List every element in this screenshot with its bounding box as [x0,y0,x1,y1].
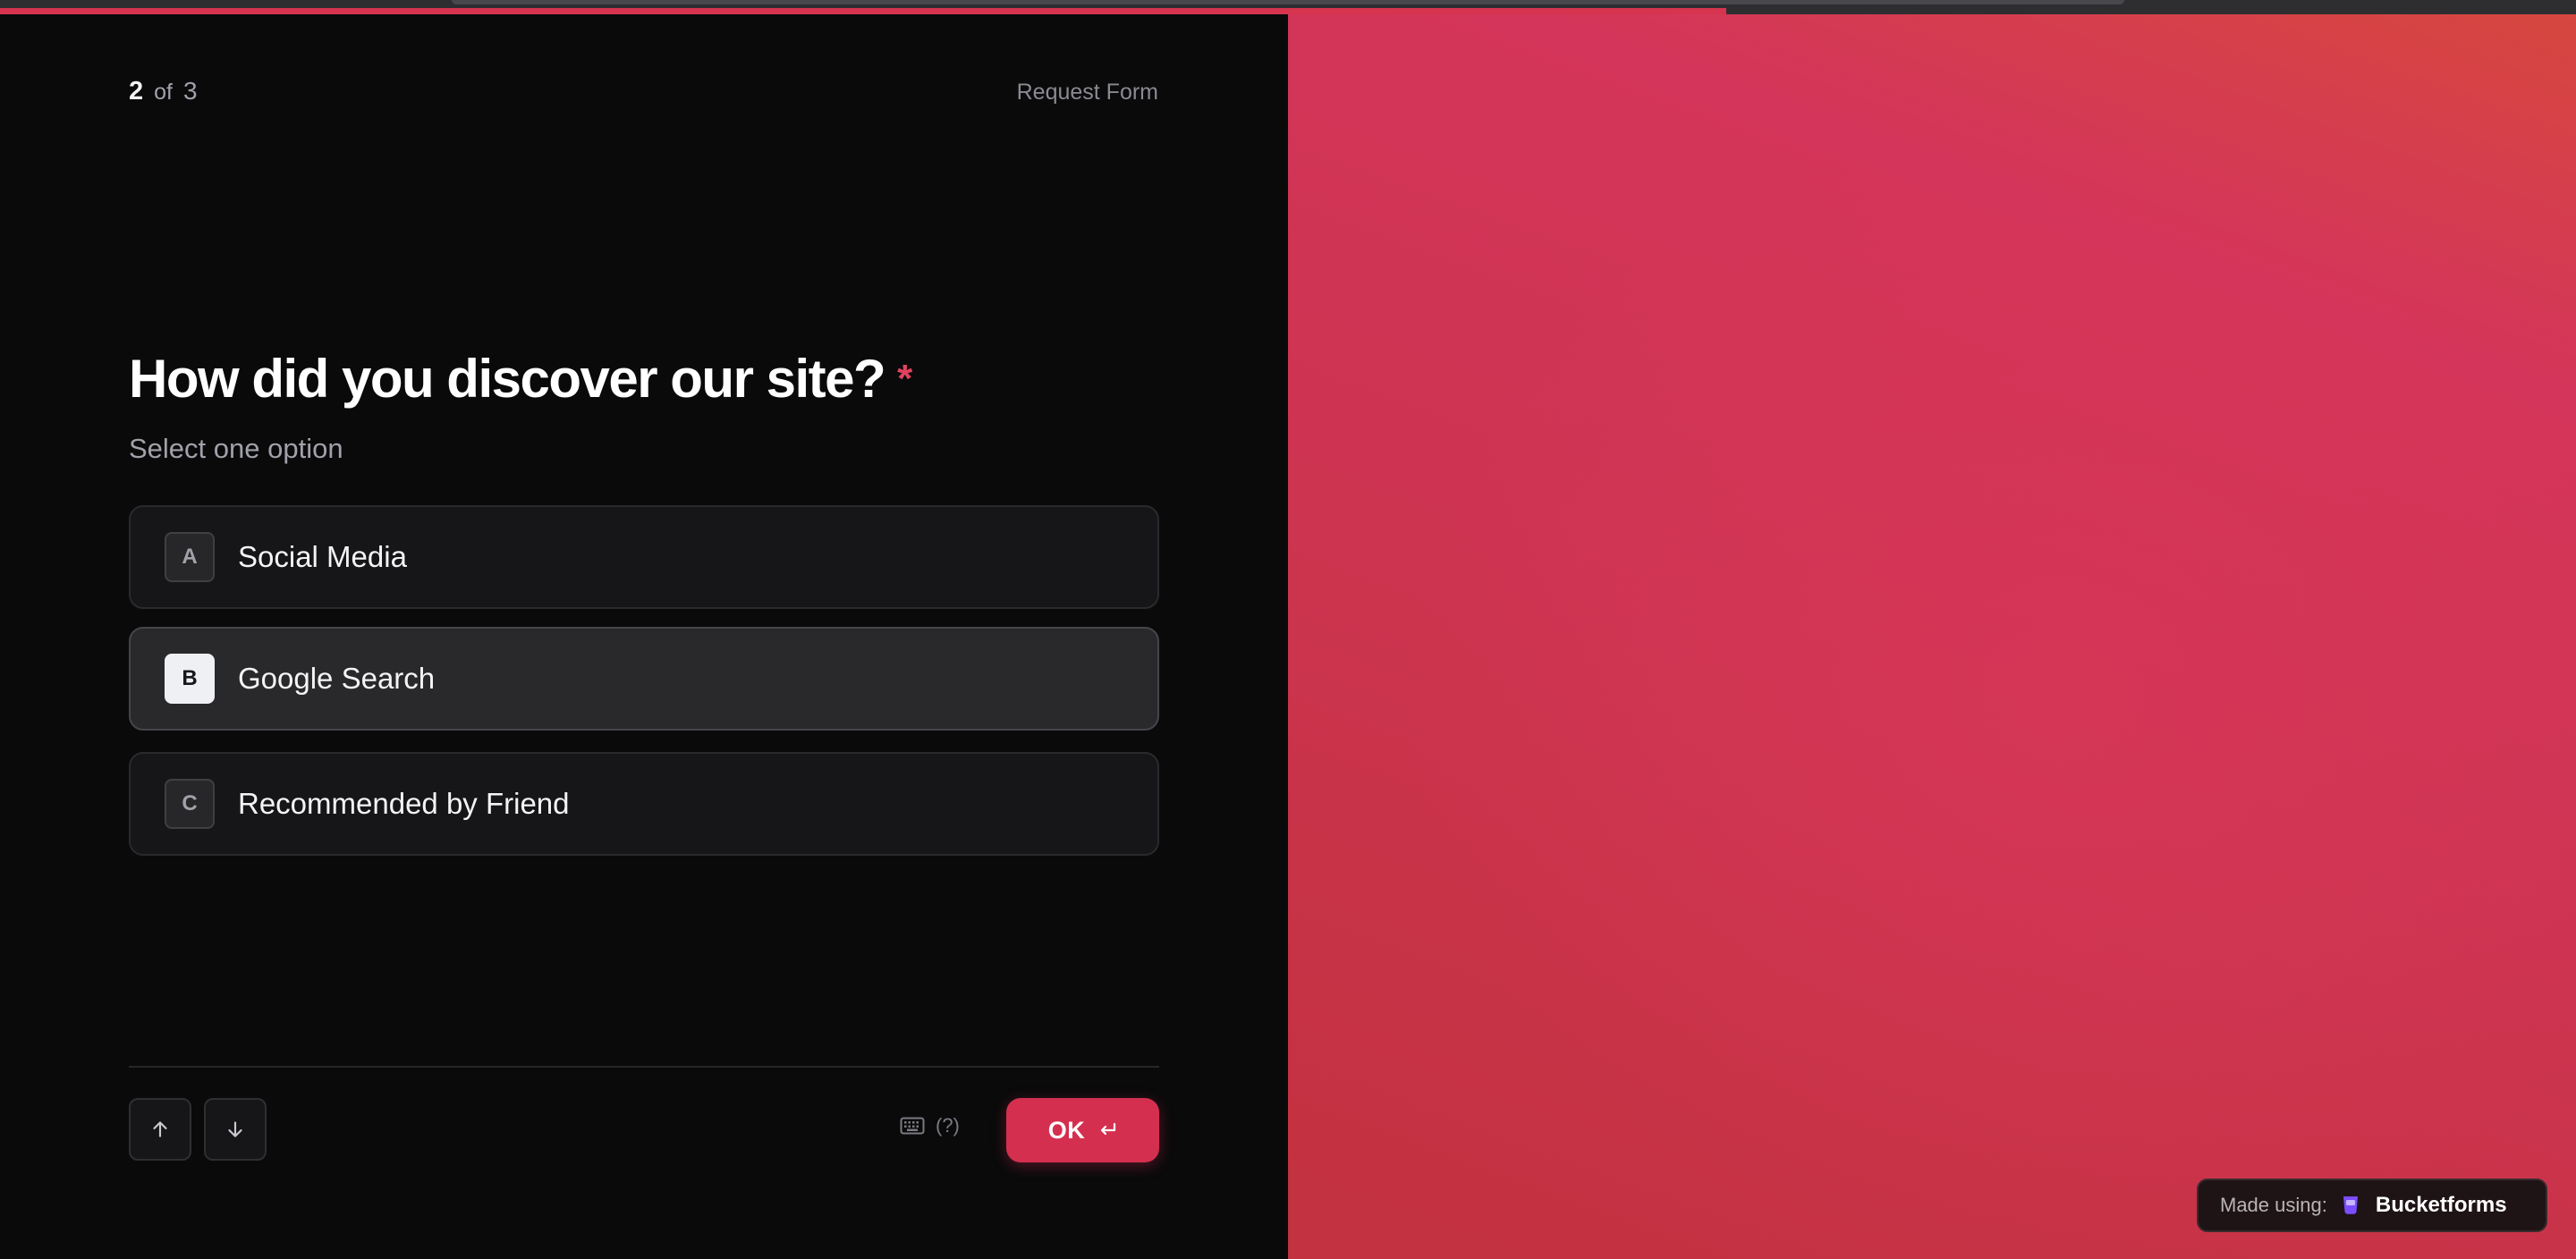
question-subtitle: Select one option [129,433,343,464]
current-question-number: 2 [129,77,144,106]
window-top-bar [452,0,2124,4]
keyboard-icon [900,1117,925,1135]
arrow-up-icon [153,1121,167,1137]
made-using-badge[interactable]: Made using: Bucketforms [2197,1179,2547,1232]
made-using-text: Made using: [2220,1194,2327,1216]
previous-question-button[interactable] [129,1098,191,1161]
enter-icon [1097,1121,1117,1139]
option-key-b: B [165,654,215,704]
counter-of-text: of [154,80,173,105]
progress-track [0,0,2576,14]
shortcut-hint-text: (?) [936,1114,960,1136]
form-name: Request Form [1016,80,1158,105]
brand-name: Bucketforms [2375,1193,2507,1217]
question-counter: 2 of 3 [129,75,198,108]
bucketforms-logo-icon [2340,1194,2361,1217]
footer-divider [129,1066,1159,1068]
option-key-c: C [165,779,215,829]
option-google-search[interactable]: B Google Search [129,627,1159,731]
total-questions: 3 [183,77,198,105]
option-key-a: A [165,532,215,582]
question-text: How did you discover our site? [129,349,886,409]
option-label: Google Search [238,662,436,695]
question-title: How did you discover our site? * [129,345,912,413]
cover-image-panel [1288,14,2576,1259]
option-recommended-by-friend[interactable]: C Recommended by Friend [129,752,1159,856]
app-window: 2 of 3 Request Form How did you discover o… [0,0,2576,1259]
option-social-media[interactable]: A Social Media [129,505,1159,609]
next-question-button[interactable] [204,1098,267,1161]
ok-label: OK [1047,1116,1086,1144]
option-label: Recommended by Friend [238,787,570,820]
form-panel: 2 of 3 Request Form How did you discover o… [0,14,1288,1259]
progress-fill [0,8,1726,14]
keyboard-shortcuts-hint[interactable]: (?) [900,1114,960,1137]
option-label: Social Media [238,540,407,573]
arrow-down-icon [228,1121,242,1137]
ok-button[interactable]: OK [1006,1098,1159,1162]
required-marker: * [897,357,912,401]
